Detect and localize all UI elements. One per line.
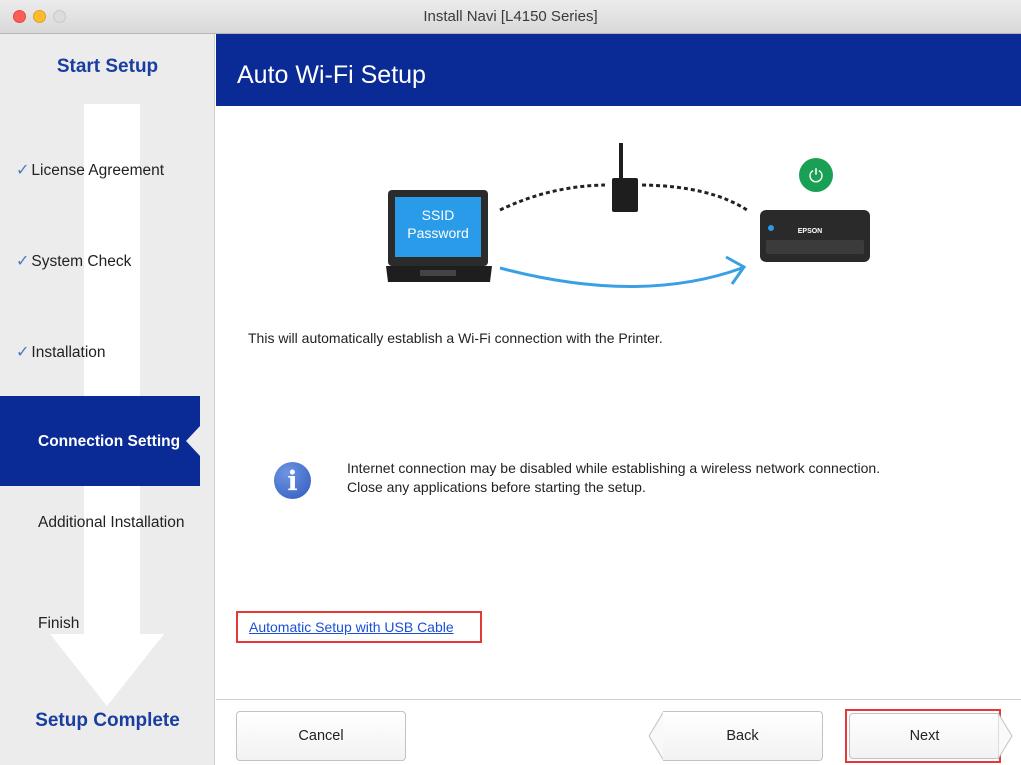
printer-brand-label: EPSON [798,228,823,235]
cancel-button[interactable]: Cancel [236,711,406,761]
checkmark-icon: ✓ [16,344,30,361]
printer-icon: ⏻ EPSON [760,158,870,262]
laptop-screen-ssid: SSID [422,207,455,223]
laptop-icon: SSID Password [386,190,492,282]
checkmark-icon: ✓ [16,162,30,179]
next-button-arrow-tip [998,712,1013,760]
back-button-arrow-tip [648,711,664,761]
setup-description: This will automatically establish a Wi-F… [248,330,663,346]
step-label: License Agreement [31,162,165,179]
wifi-setup-illustration: SSID Password ⏻ EPSON [386,143,870,288]
step-label: Installation [31,344,106,361]
usb-link-highlight: Automatic Setup with USB Cable [236,611,482,643]
window-title: Install Navi [L4150 Series] [423,8,598,25]
wireless-router-icon [612,143,638,212]
step-label: System Check [31,253,132,270]
title-bar: Install Navi [L4150 Series] [0,0,1021,34]
step-connection-setting: Connection Setting [38,433,181,450]
step-installation: ✓ Installation [16,342,106,362]
setup-complete-label: Setup Complete [35,710,180,731]
power-icon: ⏻ [809,166,823,187]
installer-window: Install Navi [L4150 Series] Start Setup … [0,0,1021,765]
next-button[interactable]: Next [849,713,999,759]
start-setup-label: Start Setup [56,56,159,77]
notice-line-2: Close any applications before starting t… [347,479,646,495]
setup-steps-sidebar: Start Setup ✓ License Agreement ✓ System C… [0,34,215,765]
page-title: Auto Wi-Fi Setup [237,61,426,89]
checkmark-icon: ✓ [16,253,30,270]
step-system-check: ✓ System Check [16,251,131,271]
step-license-agreement: ✓ License Agreement [16,160,164,180]
page-header: Auto Wi-Fi Setup [216,34,1021,106]
step-finish: Finish [38,615,80,632]
step-additional-installation: Additional Installation [38,514,185,531]
automatic-setup-usb-link[interactable]: Automatic Setup with USB Cable [249,619,454,635]
back-button[interactable]: Back [663,711,823,761]
laptop-screen-password: Password [407,225,468,241]
footer-divider [216,699,1021,700]
notice-line-1: Internet connection may be disabled whil… [347,460,881,476]
info-glyph: i [287,466,298,497]
info-icon: i [274,462,311,499]
